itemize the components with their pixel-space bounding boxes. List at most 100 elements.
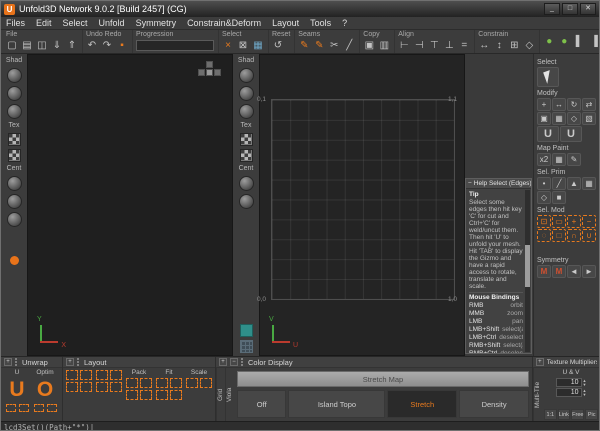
u-multiplier-input[interactable]: 10 — [556, 378, 582, 387]
layout-tool-icon[interactable] — [96, 370, 108, 380]
display-toggle2-icon[interactable]: ● — [558, 35, 570, 48]
texture-mode-icon[interactable] — [8, 149, 21, 162]
pack-tool-icon[interactable] — [126, 390, 138, 400]
menu-unfold[interactable]: Unfold — [99, 18, 125, 28]
sel-mod-box-icon[interactable]: ⊡ — [537, 215, 551, 228]
unfold-local-icon[interactable]: U — [560, 126, 582, 142]
link-button[interactable]: Link — [558, 409, 571, 420]
layout-tool-icon[interactable] — [66, 382, 78, 392]
color-mode-stretch-button[interactable]: Stretch — [387, 390, 457, 418]
layout-tool-icon[interactable] — [110, 382, 122, 392]
layout-tool-icon[interactable] — [80, 370, 92, 380]
map-x2-icon[interactable]: x2 — [537, 153, 551, 166]
sel-mod-intersect-icon[interactable]: ∩ — [567, 229, 581, 242]
shading-mode-icon[interactable] — [7, 68, 22, 83]
modify-fill-icon[interactable]: ▣ — [537, 112, 551, 125]
select-invert-icon[interactable]: ⊠ — [237, 39, 249, 52]
map-brush-icon[interactable]: ✎ — [567, 153, 581, 166]
sel-mod-union-icon[interactable]: ∪ — [582, 229, 596, 242]
maximize-button[interactable]: □ — [562, 3, 578, 15]
v-spin-down-icon[interactable]: ▼ — [583, 393, 587, 397]
expand-icon[interactable]: + — [66, 358, 74, 366]
align-bottom-icon[interactable]: ⊥ — [443, 39, 455, 52]
unfold-brush-icon[interactable]: U — [537, 126, 559, 142]
save-file-icon[interactable]: ◫ — [36, 39, 48, 52]
shading-mode-icon[interactable] — [239, 104, 254, 119]
shading-mode-icon[interactable] — [7, 86, 22, 101]
constrain-v-icon[interactable]: ↕ — [493, 39, 505, 52]
layout-tool-icon[interactable] — [80, 382, 92, 392]
seam-brush-icon[interactable]: ✎ — [313, 39, 325, 52]
grid-toggle[interactable]: Grid — [216, 368, 225, 421]
unwrap-panel-header[interactable]: + Unwrap — [1, 357, 62, 368]
shading-mode-icon[interactable] — [7, 104, 22, 119]
optimize-button[interactable]: O — [33, 377, 57, 403]
modify-swap-icon[interactable]: ⇄ — [582, 98, 596, 111]
reset-icon[interactable]: ↺ — [272, 39, 284, 52]
optimize-option-icon[interactable] — [34, 404, 44, 412]
select-island-icon[interactable]: ▦ — [582, 177, 596, 190]
expand-icon[interactable]: + — [4, 358, 12, 366]
texture-multipliers-header[interactable]: + Texture Multipliers — [533, 357, 600, 368]
u-spin-down-icon[interactable]: ▼ — [583, 383, 587, 387]
center-mode-icon[interactable] — [7, 176, 22, 191]
menu-files[interactable]: Files — [6, 18, 25, 28]
align-left-icon[interactable]: ⊢ — [398, 39, 410, 52]
align-top-icon[interactable]: ⊤ — [428, 39, 440, 52]
stretch-map-bar[interactable]: Stretch Map — [237, 371, 529, 387]
mirror-u-icon[interactable]: M — [537, 265, 551, 278]
symmetry-right-icon[interactable]: ► — [582, 265, 596, 278]
color-mode-island-topo-button[interactable]: Island Topo — [288, 390, 385, 418]
drag-grip-icon[interactable] — [241, 358, 245, 366]
collapse-icon[interactable]: − — [468, 180, 472, 187]
select-cursor-tool[interactable] — [537, 67, 559, 87]
gizmo-box-icon[interactable] — [214, 69, 221, 76]
minimize-button[interactable]: _ — [544, 3, 560, 15]
color-display-header[interactable]: + − Color Display — [216, 357, 532, 368]
history-icon[interactable]: ▪ — [116, 39, 128, 52]
align-center-icon[interactable]: = — [458, 39, 470, 52]
texture-mode-icon[interactable] — [8, 133, 21, 146]
sel-mod-subtract-icon[interactable]: − — [582, 215, 596, 228]
mirror-v-icon[interactable]: M — [552, 265, 566, 278]
gizmo-box-icon[interactable] — [206, 69, 213, 76]
select-grid-icon[interactable]: ▦ — [252, 39, 264, 52]
paste-uv-icon[interactable]: ▥ — [378, 39, 390, 52]
align-right-icon[interactable]: ⊣ — [413, 39, 425, 52]
modify-move-icon[interactable]: + — [537, 98, 551, 111]
layout-tool-icon[interactable] — [66, 370, 78, 380]
seam-pen-icon[interactable]: ✎ — [298, 39, 310, 52]
color-mode-density-button[interactable]: Density — [459, 390, 529, 418]
menu-layout[interactable]: Layout — [272, 18, 299, 28]
select-face-icon[interactable]: ▲ — [567, 177, 581, 190]
pack-tool-icon[interactable] — [126, 378, 138, 388]
gizmo-box-icon[interactable] — [198, 69, 205, 76]
menu-constrain-deform[interactable]: Constrain&Deform — [187, 18, 261, 28]
layout-tool-icon[interactable] — [110, 370, 122, 380]
multi-tile-toggle[interactable]: Multi-Tile — [533, 368, 542, 421]
pack-tool-icon[interactable] — [140, 390, 152, 400]
ratio-1-1-button[interactable]: 1:1 — [544, 409, 557, 420]
select-shape-icon[interactable]: ◇ — [537, 191, 551, 204]
panel-toggle2-icon[interactable]: ▐ — [588, 35, 599, 48]
cut-icon[interactable]: ✂ — [328, 39, 340, 52]
scale-tool-icon[interactable] — [200, 378, 212, 388]
texture-mode-icon[interactable] — [240, 133, 253, 146]
uv-display-icon[interactable] — [240, 324, 253, 337]
modify-pattern-icon[interactable]: ▧ — [582, 112, 596, 125]
shading-mode-icon[interactable] — [239, 68, 254, 83]
open-file-icon[interactable]: ▤ — [21, 39, 33, 52]
menu-symmetry[interactable]: Symmetry — [136, 18, 177, 28]
select-all-icon[interactable]: ■ — [552, 191, 566, 204]
layout-tool-icon[interactable] — [96, 382, 108, 392]
violations-toggle[interactable]: Viola — [225, 368, 234, 421]
import-icon[interactable]: ⇓ — [51, 39, 63, 52]
drag-grip-icon[interactable] — [15, 358, 19, 366]
color-mode-off-button[interactable]: Off — [237, 390, 286, 418]
display-toggle-icon[interactable]: ● — [543, 35, 555, 48]
sel-mod-circle-icon[interactable]: ◌ — [537, 229, 551, 242]
close-button[interactable]: ✕ — [580, 3, 596, 15]
modify-translate-icon[interactable]: ↔ — [552, 98, 566, 111]
drag-grip-icon[interactable] — [77, 358, 81, 366]
deselect-all-icon[interactable]: × — [222, 39, 234, 52]
